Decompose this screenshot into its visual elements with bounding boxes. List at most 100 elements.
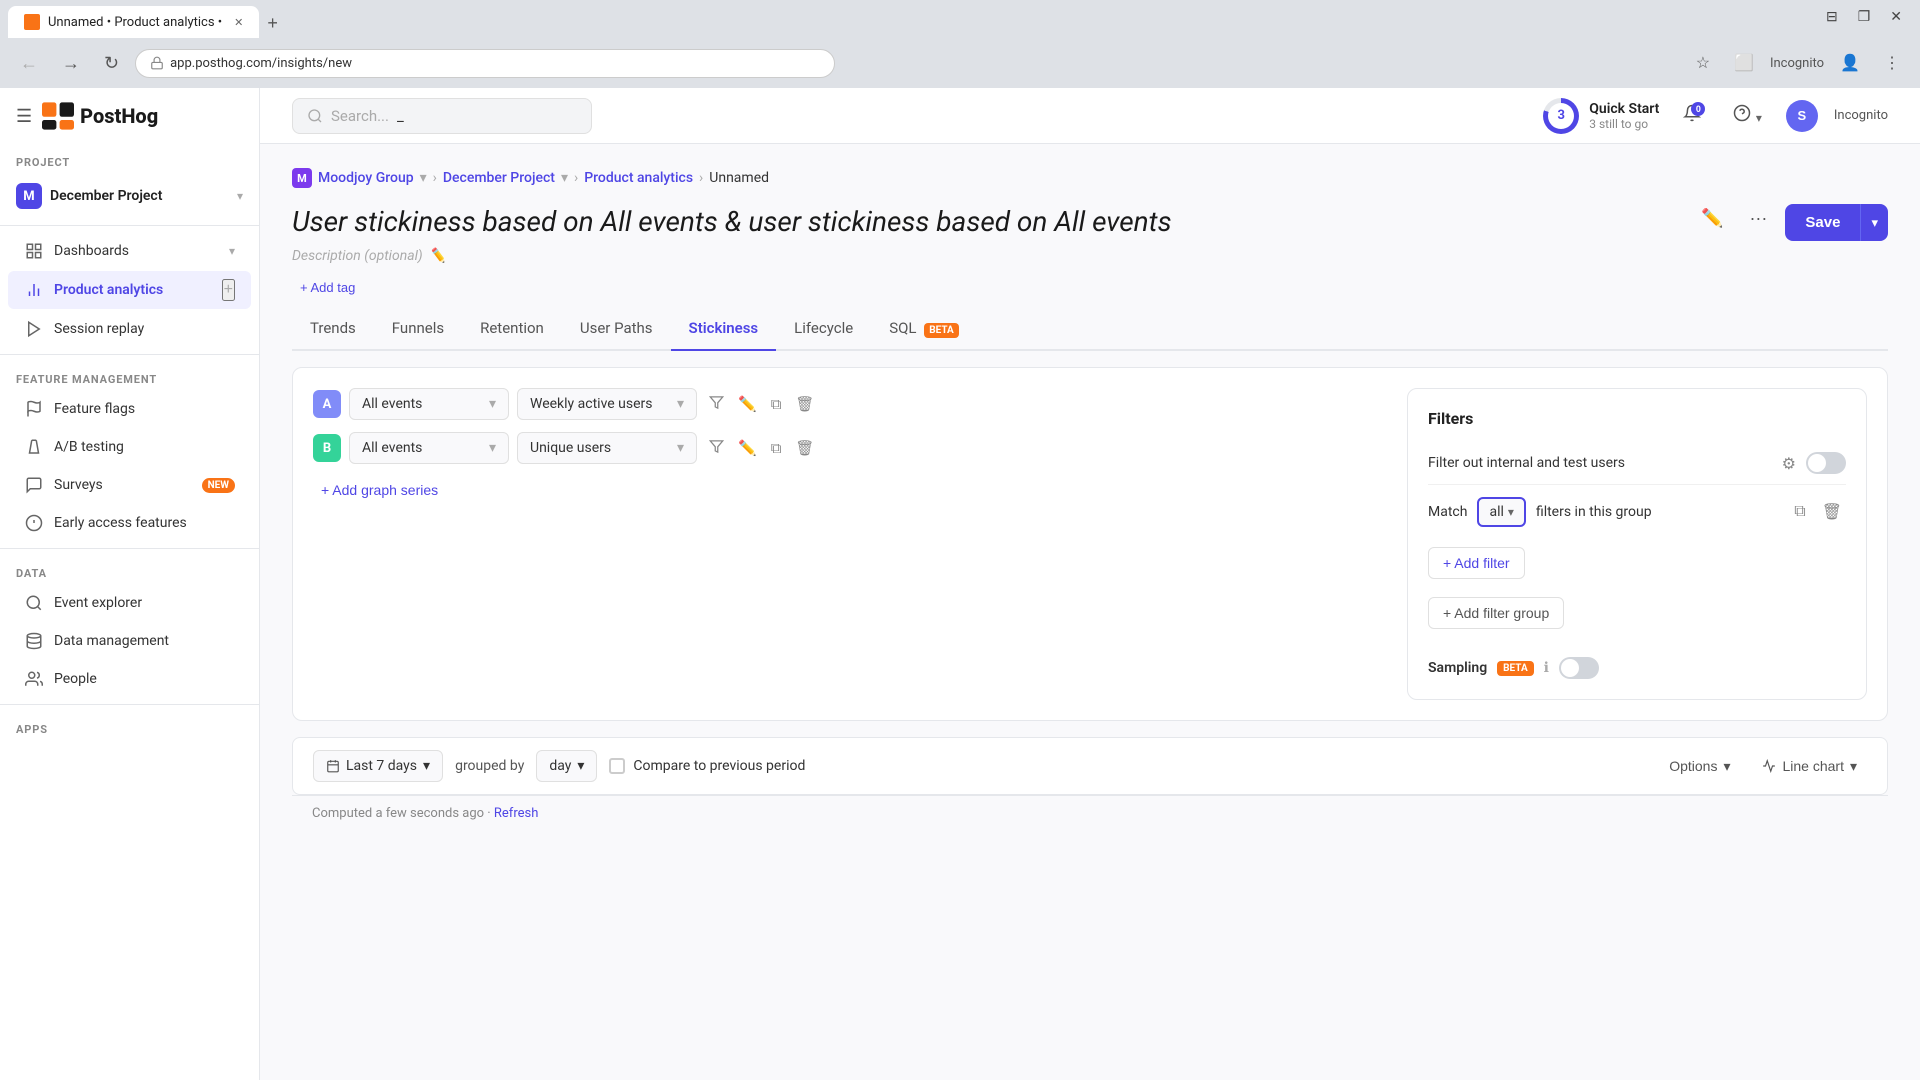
quick-start-label: Quick Start xyxy=(1589,101,1659,117)
sidebar-item-data-management[interactable]: Data management xyxy=(8,623,251,659)
sidebar-toggle-button[interactable]: ☰ xyxy=(16,106,32,127)
sidebar-item-early-access[interactable]: Early access features xyxy=(8,505,251,541)
tab-sql[interactable]: SQL BETA xyxy=(871,307,977,351)
bookmark-button[interactable]: ☆ xyxy=(1688,49,1718,77)
search-bar[interactable]: Search... _ xyxy=(292,98,592,134)
grid-icon xyxy=(24,241,44,261)
breadcrumb-section[interactable]: Product analytics xyxy=(584,170,693,186)
survey-icon xyxy=(24,475,44,495)
tab-funnels[interactable]: Funnels xyxy=(374,307,462,351)
add-filter-button[interactable]: + Add filter xyxy=(1428,547,1525,579)
project-item[interactable]: M December Project ▾ xyxy=(0,173,259,219)
tab-stickiness[interactable]: Stickiness xyxy=(671,307,777,351)
copy-filter-group-button[interactable]: ⧉ xyxy=(1790,500,1809,524)
sidebar-item-dashboards[interactable]: Dashboards ▾ xyxy=(8,233,251,269)
profile-button[interactable]: 👤 xyxy=(1832,49,1868,77)
series-b-copy-button[interactable]: ⧉ xyxy=(767,436,786,461)
series-b-badge: B xyxy=(313,434,341,462)
tab-trends[interactable]: Trends xyxy=(292,307,374,351)
chart-type-button[interactable]: Line chart ▾ xyxy=(1752,752,1867,781)
user-avatar-button[interactable]: S xyxy=(1786,100,1818,132)
sampling-toggle[interactable] xyxy=(1559,657,1599,679)
incognito-label: Incognito xyxy=(1770,56,1824,71)
bottom-bar: Last 7 days ▾ grouped by day ▾ Compare t… xyxy=(292,737,1888,795)
new-tab-button[interactable]: + xyxy=(259,9,286,38)
series-a-metric-arrow: ▾ xyxy=(677,396,684,412)
delete-filter-group-button[interactable]: 🗑 xyxy=(1818,500,1846,524)
series-column: A All events ▾ Weekly active users ▾ xyxy=(313,388,1383,700)
filters-panel: Filters Filter out internal and test use… xyxy=(1407,388,1867,700)
internal-users-filter-label: Filter out internal and test users xyxy=(1428,455,1772,471)
sidebar-header: ☰ PostHog xyxy=(0,88,259,144)
series-b-edit-button[interactable]: ✏️ xyxy=(734,435,761,461)
series-a-event-dropdown[interactable]: All events ▾ xyxy=(349,388,509,420)
sidebar-item-people[interactable]: People xyxy=(8,661,251,697)
people-icon xyxy=(24,669,44,689)
sidebar-item-feature-flags[interactable]: Feature flags xyxy=(8,391,251,427)
date-range-arrow: ▾ xyxy=(423,758,430,774)
minimize-button[interactable]: ⊟ xyxy=(1820,6,1844,27)
forward-button[interactable]: → xyxy=(54,49,88,78)
series-a-filter-button[interactable] xyxy=(705,391,728,418)
compare-period-checkbox-row[interactable]: Compare to previous period xyxy=(609,758,805,774)
browser-chrome: Unnamed • Product analytics • ✕ + ⊟ ❐ ✕ … xyxy=(0,0,1920,88)
add-tag-button[interactable]: + Add tag xyxy=(292,276,363,299)
address-bar[interactable]: app.posthog.com/insights/new xyxy=(135,49,835,78)
series-b-filter-button[interactable] xyxy=(705,435,728,462)
filter-gear-icon[interactable]: ⚙ xyxy=(1782,454,1796,473)
refresh-link[interactable]: Refresh xyxy=(494,806,538,821)
series-b-actions: ✏️ ⧉ 🗑 xyxy=(705,435,818,462)
breadcrumb-group[interactable]: Moodjoy Group xyxy=(318,170,414,186)
tab-title: Unnamed • Product analytics • xyxy=(48,15,222,30)
add-product-analytics-button[interactable]: + xyxy=(222,279,235,301)
sampling-info-icon[interactable]: ℹ xyxy=(1544,660,1549,676)
match-select-dropdown[interactable]: all ▾ xyxy=(1477,497,1525,527)
sidebar-item-product-analytics[interactable]: Product analytics + xyxy=(8,271,251,309)
save-dropdown-button[interactable]: ▾ xyxy=(1860,204,1888,241)
tab-retention[interactable]: Retention xyxy=(462,307,562,351)
internal-users-toggle[interactable] xyxy=(1806,452,1846,474)
compare-period-checkbox[interactable] xyxy=(609,758,625,774)
series-a-edit-button[interactable]: ✏️ xyxy=(734,391,761,417)
reload-button[interactable]: ↻ xyxy=(96,49,127,78)
tab-lifecycle[interactable]: Lifecycle xyxy=(776,307,871,351)
group-by-dropdown[interactable]: day ▾ xyxy=(536,750,597,782)
help-button[interactable]: ▾ xyxy=(1725,100,1769,131)
app-container: ☰ PostHog PROJECT M December Project ▾ xyxy=(0,88,1920,1080)
menu-button[interactable]: ⋮ xyxy=(1876,49,1908,77)
insight-description[interactable]: Description (optional) ✏️ xyxy=(292,248,1677,264)
back-button[interactable]: ← xyxy=(12,49,46,78)
posthog-logo: PostHog xyxy=(42,102,158,130)
sidebar-item-surveys[interactable]: Surveys NEW xyxy=(8,467,251,503)
series-b-delete-button[interactable]: 🗑 xyxy=(791,435,818,461)
chart-type-arrow: ▾ xyxy=(1850,758,1857,775)
edit-title-button[interactable]: ✏️ xyxy=(1693,204,1731,233)
sidebar-item-event-explorer[interactable]: Event explorer xyxy=(8,585,251,621)
sampling-beta-badge: BETA xyxy=(1497,661,1534,676)
series-b-event-dropdown[interactable]: All events ▾ xyxy=(349,432,509,464)
tab-close-btn[interactable]: ✕ xyxy=(234,16,243,29)
series-a-copy-button[interactable]: ⧉ xyxy=(767,392,786,417)
add-filter-group-button[interactable]: + Add filter group xyxy=(1428,597,1564,629)
quick-start[interactable]: 3 Quick Start 3 still to go xyxy=(1543,98,1659,134)
restore-button[interactable]: ❐ xyxy=(1852,6,1877,27)
options-button[interactable]: Options ▾ xyxy=(1659,752,1740,781)
series-b-metric-dropdown[interactable]: Unique users ▾ xyxy=(517,432,697,464)
sidebar-item-session-replay[interactable]: Session replay xyxy=(8,311,251,347)
date-range-picker[interactable]: Last 7 days ▾ xyxy=(313,750,443,782)
analysis-tabs: Trends Funnels Retention User Paths Stic… xyxy=(292,307,1888,351)
close-button[interactable]: ✕ xyxy=(1884,6,1908,27)
match-select-value: all xyxy=(1489,504,1503,520)
extension-button[interactable]: ⬜ xyxy=(1726,49,1762,77)
series-a-metric-dropdown[interactable]: Weekly active users ▾ xyxy=(517,388,697,420)
add-graph-series-button[interactable]: + Add graph series xyxy=(313,476,446,504)
series-a-delete-button[interactable]: 🗑 xyxy=(791,391,818,417)
browser-tab[interactable]: Unnamed • Product analytics • ✕ xyxy=(8,6,259,38)
more-options-button[interactable]: ··· xyxy=(1741,204,1775,233)
sidebar-item-ab-testing[interactable]: A/B testing xyxy=(8,429,251,465)
data-section-label: DATA xyxy=(0,555,259,584)
notifications-button[interactable]: 0 xyxy=(1675,100,1709,131)
breadcrumb-project[interactable]: December Project xyxy=(443,170,555,186)
save-button[interactable]: Save xyxy=(1785,204,1860,241)
tab-user-paths[interactable]: User Paths xyxy=(562,307,671,351)
